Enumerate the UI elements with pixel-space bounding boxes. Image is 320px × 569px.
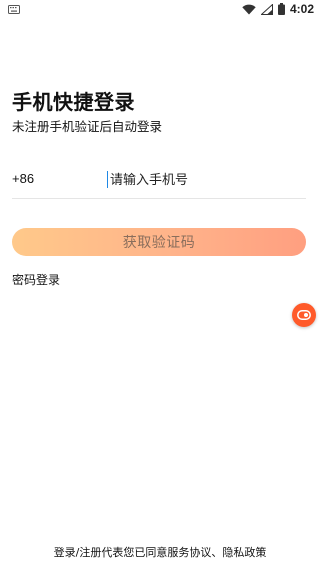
- agreement-prefix: 登录/注册代表您已同意: [53, 546, 168, 559]
- service-agreement-link[interactable]: 服务协议: [167, 546, 211, 559]
- wifi-icon: [242, 4, 256, 14]
- page-subtitle: 未注册手机验证后自动登录: [12, 119, 163, 134]
- agreement-text: 登录/注册代表您已同意服务协议、隐私政策: [0, 544, 320, 560]
- status-left: [8, 4, 20, 14]
- phone-input-row: +86: [12, 166, 306, 199]
- status-time: 4:02: [289, 2, 314, 16]
- password-login-link[interactable]: 密码登录: [12, 271, 60, 288]
- country-code[interactable]: +86: [12, 171, 34, 186]
- phone-number-input[interactable]: [108, 167, 304, 193]
- float-assistant-icon: [297, 310, 311, 320]
- login-screen: 4:02 手机快捷登录 未注册手机验证后自动登录 +86 获取验证码 密码登录 …: [0, 0, 320, 569]
- float-assistant-button[interactable]: [292, 303, 316, 327]
- get-verification-code-button[interactable]: 获取验证码: [12, 228, 306, 256]
- battery-icon: [277, 3, 285, 15]
- page-title: 手机快捷登录: [12, 90, 135, 114]
- status-right: 4:02: [242, 2, 314, 16]
- status-bar: 4:02: [0, 0, 320, 18]
- signal-icon: [260, 3, 273, 15]
- privacy-policy-link[interactable]: 隐私政策: [222, 546, 266, 559]
- keyboard-icon: [8, 4, 20, 14]
- agreement-separator: 、: [211, 546, 223, 559]
